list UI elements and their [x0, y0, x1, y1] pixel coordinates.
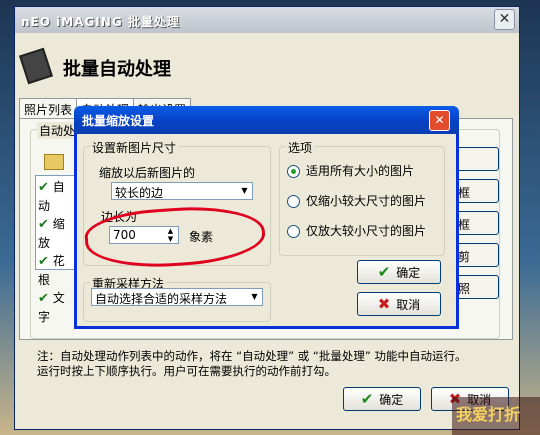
main-titlebar: nEO iMAGING 批量处理 ✕: [15, 7, 519, 33]
check-icon: ✔: [377, 263, 391, 281]
option-shrink-only[interactable]: 仅缩小较大尺寸的图片: [287, 192, 426, 209]
checkbox-icon[interactable]: ✔: [38, 254, 49, 269]
tab-photo-list[interactable]: 照片列表: [19, 98, 78, 120]
chevron-down-icon: ▼: [251, 292, 258, 301]
close-icon: ✕: [498, 11, 511, 27]
radio-icon[interactable]: [287, 195, 300, 208]
watermark-logo: 我爱打折: [452, 397, 540, 435]
auto-group-label: 自动处: [37, 122, 78, 139]
resample-select[interactable]: 自动选择合适的采样方法 ▼: [91, 288, 263, 306]
main-ok-button[interactable]: ✔ 确定: [343, 387, 421, 411]
radio-selected-icon[interactable]: [287, 165, 300, 178]
action-list[interactable]: ✔ 自动 ✔ 缩放 ✔ 花根 ✔ 文字: [35, 175, 75, 324]
option-enlarge-only[interactable]: 仅放大较小尺寸的图片: [287, 222, 426, 239]
chevron-down-icon: ▼: [241, 186, 248, 195]
close-icon: ✕: [434, 113, 445, 127]
dialog-close-button[interactable]: ✕: [429, 110, 450, 131]
list-item[interactable]: ✔ 花根: [38, 252, 74, 289]
radio-icon[interactable]: [287, 225, 300, 238]
note-text: 注：自动处理动作列表中的动作，将在 “自动处理” 或 “批量处理” 功能中自动运…: [37, 349, 467, 378]
option-all-sizes[interactable]: 适用所有大小的图片: [287, 162, 414, 179]
cancel-icon: ✖: [377, 295, 391, 313]
checkbox-icon[interactable]: ✔: [38, 180, 49, 195]
after-scale-label: 缩放以后新图片的: [99, 166, 196, 180]
checkbox-icon[interactable]: ✔: [38, 217, 49, 232]
list-item[interactable]: ✔ 缩放: [38, 215, 74, 252]
page-title: 批量自动处理: [63, 59, 171, 80]
checkbox-icon[interactable]: ✔: [38, 291, 49, 306]
batch-icon: [19, 47, 53, 85]
list-item[interactable]: ✔ 自动: [38, 178, 74, 215]
dialog-title: 批量缩放设置: [82, 114, 155, 128]
list-item[interactable]: ✔ 文字: [38, 289, 74, 326]
dialog-titlebar: 批量缩放设置 ✕: [74, 106, 459, 134]
edge-select[interactable]: 较长的边 ▼: [111, 182, 253, 200]
main-close-button[interactable]: ✕: [494, 9, 515, 30]
dialog-ok-button[interactable]: ✔ 确定: [357, 260, 441, 284]
dialog-cancel-button[interactable]: ✖ 取消: [357, 292, 441, 316]
folder-icon[interactable]: [44, 154, 64, 170]
main-window-title: nEO iMAGING 批量处理: [21, 15, 180, 29]
check-icon: ✔: [360, 390, 374, 408]
